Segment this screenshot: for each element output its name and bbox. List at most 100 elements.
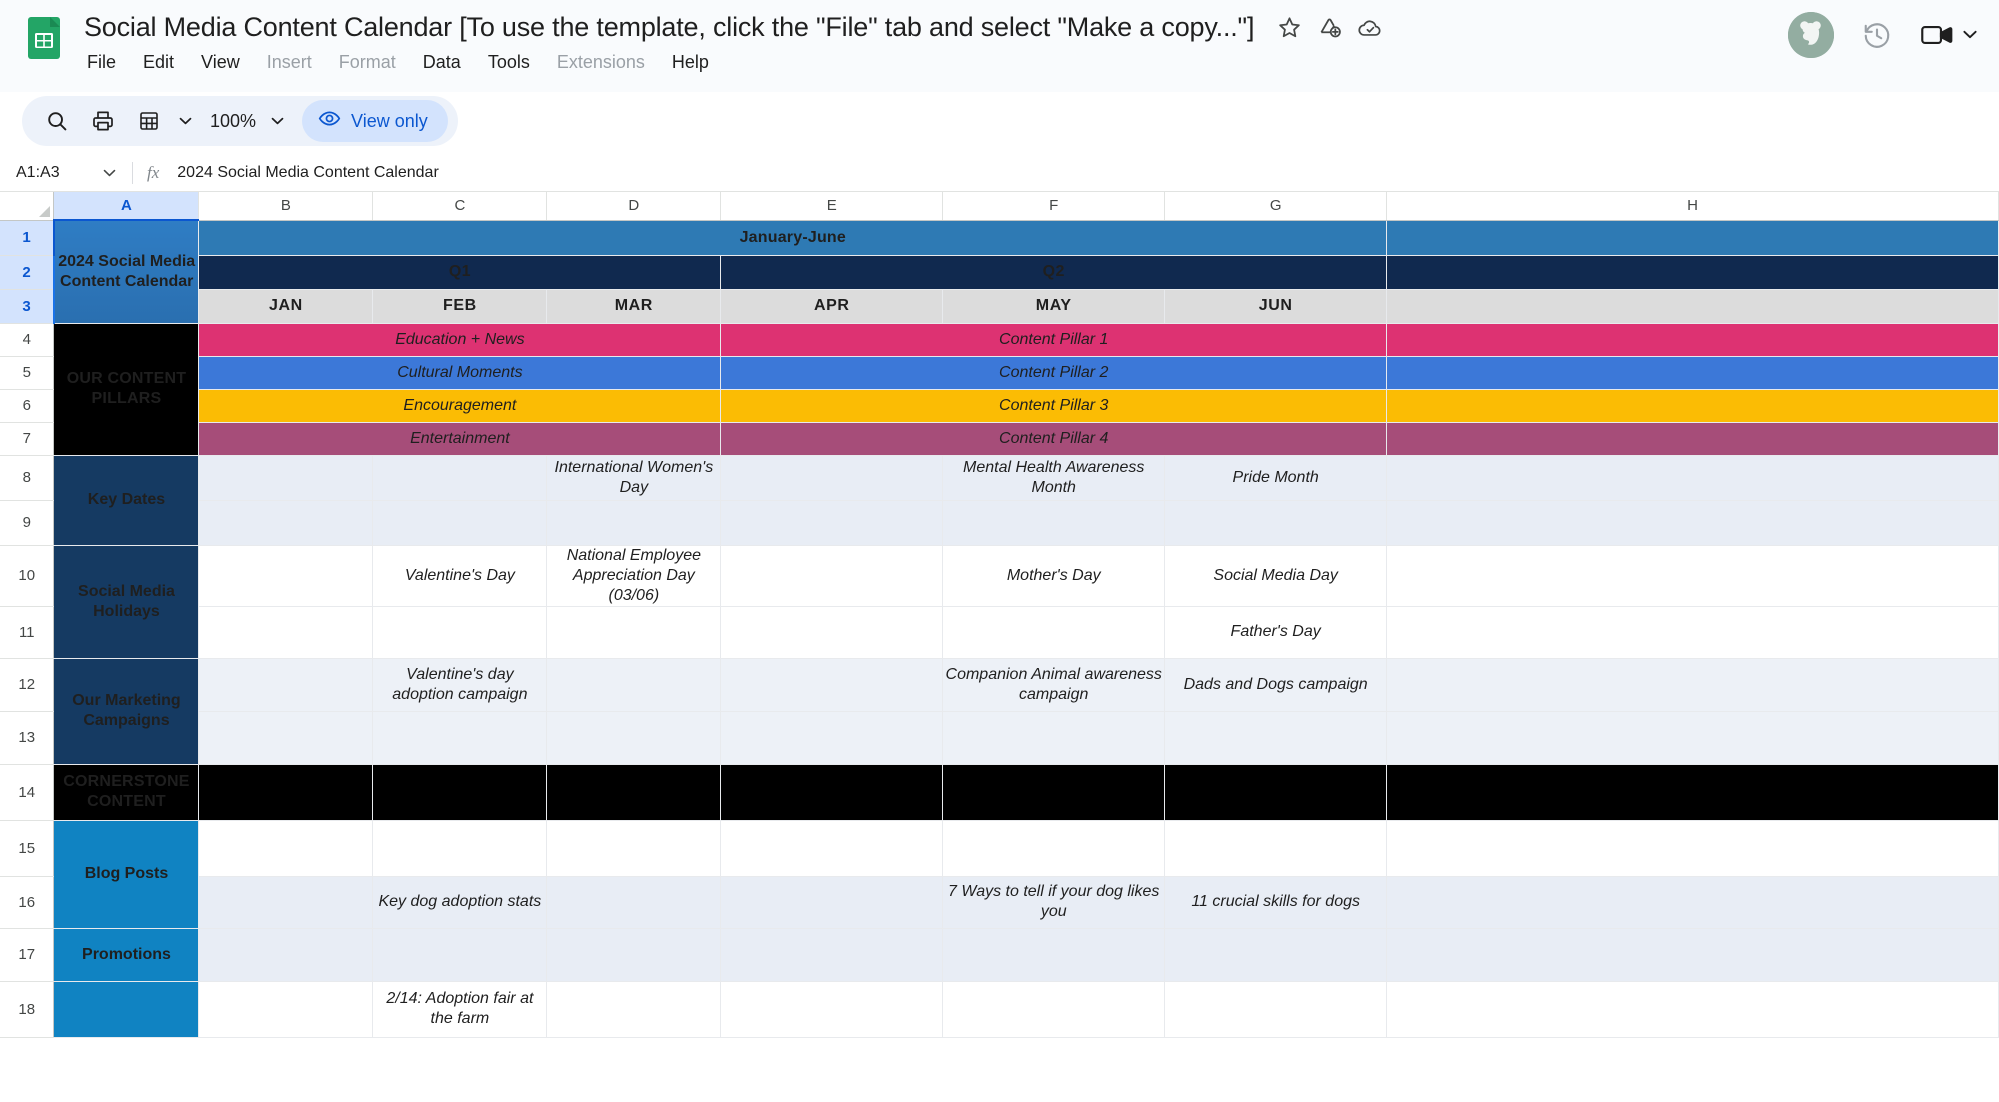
cell-e16[interactable] <box>720 876 944 929</box>
menu-view[interactable]: View <box>201 50 240 74</box>
cell-month-mar[interactable]: MAR <box>546 289 722 324</box>
cell-f10[interactable]: Mother's Day <box>942 545 1166 607</box>
cell-h18[interactable] <box>1386 981 1999 1038</box>
section-label-cornerstone-content[interactable]: CORNERSTONE CONTENT <box>53 764 200 821</box>
cell-c9[interactable] <box>372 500 548 546</box>
search-icon[interactable] <box>36 100 78 142</box>
cell-b16[interactable] <box>198 876 374 929</box>
cell-g8[interactable]: Pride Month <box>1164 455 1388 501</box>
cell-g9[interactable] <box>1164 500 1388 546</box>
row-header-9[interactable]: 9 <box>0 500 55 546</box>
cell-b15[interactable] <box>198 820 374 877</box>
cell-h12[interactable] <box>1386 658 1999 712</box>
cell-d10[interactable]: National Employee Appreciation Day (03/0… <box>546 545 722 607</box>
cell-d12[interactable] <box>546 658 722 712</box>
cell-f8[interactable]: Mental Health Awareness Month <box>942 455 1166 501</box>
row-header-4[interactable]: 4 <box>0 323 55 357</box>
cell-a1-title[interactable]: 2024 Social Media Content Calendar <box>52 219 200 324</box>
cloud-saved-icon[interactable] <box>1356 14 1383 41</box>
cell-b13[interactable] <box>198 711 374 765</box>
section-label-blog-posts[interactable]: Blog Posts <box>53 820 200 929</box>
menu-data[interactable]: Data <box>423 50 461 74</box>
view-only-button[interactable]: View only <box>302 100 448 142</box>
cell-c15[interactable] <box>372 820 548 877</box>
cell-e12[interactable] <box>720 658 944 712</box>
cell-g12[interactable]: Dads and Dogs campaign <box>1164 658 1388 712</box>
paint-format-icon[interactable] <box>128 100 170 142</box>
column-header-b[interactable]: B <box>198 192 374 221</box>
row-header-10[interactable]: 10 <box>0 545 55 607</box>
zoom-level[interactable]: 100% <box>200 111 262 132</box>
cell-f11[interactable] <box>942 606 1166 659</box>
row-header-2[interactable]: 2 <box>0 255 55 290</box>
cell-b12[interactable] <box>198 658 374 712</box>
cell-e14[interactable] <box>720 764 944 821</box>
cell-c14[interactable] <box>372 764 548 821</box>
menu-insert[interactable]: Insert <box>267 50 312 74</box>
cell-b9[interactable] <box>198 500 374 546</box>
cell-g14[interactable] <box>1164 764 1388 821</box>
cell-pillar-4-overflow[interactable] <box>1386 422 1999 456</box>
cell-h17[interactable] <box>1386 928 1999 982</box>
cell-pillar-3-q2[interactable]: Content Pillar 3 <box>720 389 1388 423</box>
row-header-16[interactable]: 16 <box>0 876 55 929</box>
cell-e17[interactable] <box>720 928 944 982</box>
column-header-d[interactable]: D <box>546 192 722 221</box>
cell-c12[interactable]: Valentine's day adoption campaign <box>372 658 548 712</box>
cell-g17[interactable] <box>1164 928 1388 982</box>
cell-quarter-q1[interactable]: Q1 <box>198 255 722 290</box>
row-header-18[interactable]: 18 <box>0 981 55 1038</box>
column-header-g[interactable]: G <box>1164 192 1388 221</box>
cell-d16[interactable] <box>546 876 722 929</box>
row-header-17[interactable]: 17 <box>0 928 55 982</box>
move-to-folder-icon[interactable] <box>1316 14 1343 41</box>
cell-pillar-2-overflow[interactable] <box>1386 356 1999 390</box>
cell-pillar-1-q1[interactable]: Education + News <box>198 323 722 357</box>
cell-c11[interactable] <box>372 606 548 659</box>
menu-tools[interactable]: Tools <box>488 50 530 74</box>
section-label-promotions[interactable]: Promotions <box>53 928 200 982</box>
cell-e15[interactable] <box>720 820 944 877</box>
cell-pillar-3-q1[interactable]: Encouragement <box>198 389 722 423</box>
cell-h15[interactable] <box>1386 820 1999 877</box>
version-history-icon[interactable] <box>1862 20 1892 50</box>
cell-b10[interactable] <box>198 545 374 607</box>
column-header-f[interactable]: F <box>942 192 1166 221</box>
cell-e8[interactable] <box>720 455 944 501</box>
cell-f18[interactable] <box>942 981 1166 1038</box>
menu-format[interactable]: Format <box>339 50 396 74</box>
cell-month-may[interactable]: MAY <box>942 289 1166 324</box>
cell-e10[interactable] <box>720 545 944 607</box>
cell-h16[interactable] <box>1386 876 1999 929</box>
cell-g18[interactable] <box>1164 981 1388 1038</box>
cell-pillar-1-overflow[interactable] <box>1386 323 1999 357</box>
spreadsheet-grid[interactable]: A B C D E F G H 1 2024 Social Media Cont… <box>0 192 1999 1102</box>
cell-month-feb[interactable]: FEB <box>372 289 548 324</box>
cell-month-jun[interactable]: JUN <box>1164 289 1388 324</box>
cell-h11[interactable] <box>1386 606 1999 659</box>
cell-f16[interactable]: 7 Ways to tell if your dog likes you <box>942 876 1166 929</box>
row-header-13[interactable]: 13 <box>0 711 55 765</box>
cell-d9[interactable] <box>546 500 722 546</box>
zoom-chevron-icon[interactable] <box>266 100 288 142</box>
cell-f13[interactable] <box>942 711 1166 765</box>
cell-d11[interactable] <box>546 606 722 659</box>
menu-file[interactable]: File <box>87 50 116 74</box>
section-label-promotions-continued[interactable] <box>53 981 200 1038</box>
cell-pillar-2-q1[interactable]: Cultural Moments <box>198 356 722 390</box>
cell-month-jan[interactable]: JAN <box>198 289 374 324</box>
document-title[interactable]: Social Media Content Calendar [To use th… <box>84 12 1254 43</box>
cell-g13[interactable] <box>1164 711 1388 765</box>
menu-extensions[interactable]: Extensions <box>557 50 645 74</box>
cell-pillar-4-q2[interactable]: Content Pillar 4 <box>720 422 1388 456</box>
row-header-8[interactable]: 8 <box>0 455 55 501</box>
cell-f17[interactable] <box>942 928 1166 982</box>
meet-camera-icon[interactable] <box>1920 22 1954 48</box>
cell-month-apr[interactable]: APR <box>720 289 944 324</box>
section-label-content-pillars[interactable]: OUR CONTENT PILLARS <box>53 323 200 456</box>
row-header-14[interactable]: 14 <box>0 764 55 821</box>
meet-camera-button[interactable] <box>1920 22 1977 48</box>
cell-b14[interactable] <box>198 764 374 821</box>
cell-d15[interactable] <box>546 820 722 877</box>
chevron-down-icon[interactable] <box>1963 26 1977 44</box>
